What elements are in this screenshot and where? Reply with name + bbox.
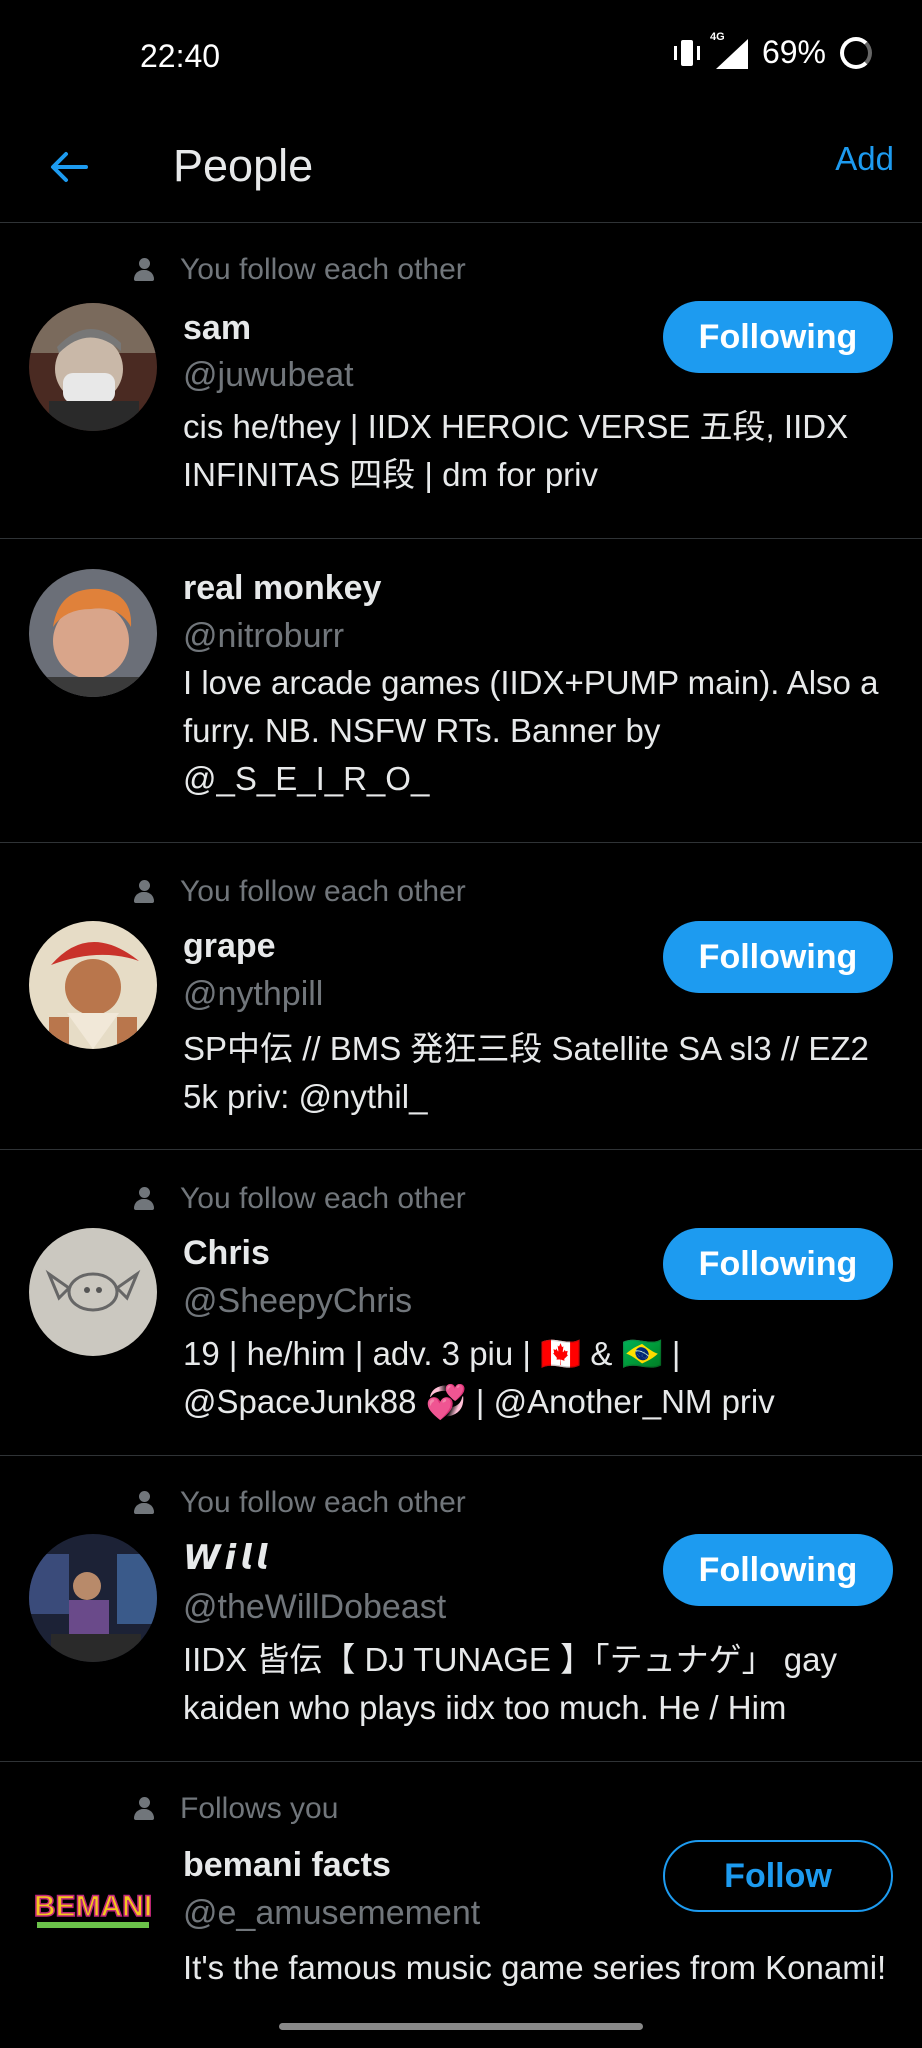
user-bio: IIDX 皆伝【 DJ TUNAGE 】「テュナゲ」 gay kaiden wh… xyxy=(183,1641,837,1726)
top-app-bar: People Add xyxy=(0,118,922,223)
user-bio: I love arcade games (IIDX+PUMP main). Al… xyxy=(183,664,879,797)
display-name[interactable]: 𝙒𝙞𝙡𝙡 xyxy=(183,1538,271,1578)
user-bio: 19 | he/him | adv. 3 piu | 🇨🇦 & 🇧🇷 | @Sp… xyxy=(183,1335,775,1420)
person-icon xyxy=(134,880,154,904)
avatar[interactable] xyxy=(29,921,157,1049)
following-button[interactable]: Following xyxy=(663,921,893,993)
user-bio: It's the famous music game series from K… xyxy=(183,1949,887,1986)
list-item[interactable]: You follow each other grape @nythpill SP… xyxy=(0,843,922,1150)
battery-icon xyxy=(840,36,872,69)
avatar[interactable] xyxy=(29,303,157,431)
avatar[interactable] xyxy=(29,569,157,697)
following-button[interactable]: Following xyxy=(663,1228,893,1300)
person-icon xyxy=(134,258,154,282)
back-arrow-icon[interactable] xyxy=(44,142,94,192)
home-indicator[interactable] xyxy=(279,2023,643,2030)
list-item[interactable]: You follow each other sam @juwubeat cis … xyxy=(0,223,922,539)
user-handle[interactable]: @theWillDobeast xyxy=(183,1588,446,1627)
user-handle[interactable]: @juwubeat xyxy=(183,356,354,395)
user-handle[interactable]: @nythpill xyxy=(183,975,323,1014)
svg-text:BEMANI: BEMANI xyxy=(34,1890,152,1923)
add-button[interactable]: Add xyxy=(835,140,894,178)
social-context: You follow each other xyxy=(134,1486,466,1520)
status-time: 22:40 xyxy=(140,38,221,74)
bemani-logo: BEMANI xyxy=(29,1840,157,1968)
person-icon xyxy=(134,1187,154,1211)
user-handle[interactable]: @nitroburr xyxy=(183,617,344,656)
list-item[interactable]: real monkey @nitroburr I love arcade gam… xyxy=(0,539,922,843)
user-handle[interactable]: @e_amusemement xyxy=(183,1894,480,1933)
social-context: You follow each other xyxy=(134,1182,466,1216)
display-name[interactable]: Chris xyxy=(183,1234,270,1273)
vibrate-icon xyxy=(673,38,700,68)
person-icon xyxy=(134,1491,154,1515)
avatar[interactable] xyxy=(29,1228,157,1356)
social-context: You follow each other xyxy=(134,253,466,287)
social-context: You follow each other xyxy=(134,875,466,909)
status-bar: 22:40 4G 69% xyxy=(0,0,922,118)
person-icon xyxy=(134,1797,154,1821)
follow-button[interactable]: Follow xyxy=(663,1840,893,1912)
user-handle[interactable]: @SheepyChris xyxy=(183,1282,412,1321)
display-name[interactable]: sam xyxy=(183,309,251,348)
avatar[interactable] xyxy=(29,1534,157,1662)
display-name[interactable]: grape xyxy=(183,927,276,966)
social-context: Follows you xyxy=(134,1792,338,1826)
display-name[interactable]: real monkey xyxy=(183,569,381,608)
avatar[interactable]: BEMANI xyxy=(29,1840,157,1968)
battery-percent: 69% xyxy=(761,34,826,70)
following-button[interactable]: Following xyxy=(663,301,893,373)
display-name[interactable]: bemani facts xyxy=(183,1846,391,1885)
following-button[interactable]: Following xyxy=(663,1534,893,1606)
user-bio: cis he/they | IIDX HEROIC VERSE 五段, IIDX… xyxy=(183,408,849,493)
status-icons: 4G 69% xyxy=(673,31,872,71)
signal-icon: 4G xyxy=(710,31,748,69)
list-item[interactable]: You follow each other 𝙒𝙞𝙡𝙡 @theWillDobea… xyxy=(0,1456,922,1762)
list-item[interactable]: Follows you BEMANI bemani facts @e_amuse… xyxy=(0,1762,922,2010)
user-bio: SP中伝 // BMS 発狂三段 Satellite SA sl3 // EZ2… xyxy=(183,1030,869,1115)
list-item[interactable]: You follow each other Chris @SheepyChris… xyxy=(0,1150,922,1456)
page-title: People xyxy=(173,140,314,191)
